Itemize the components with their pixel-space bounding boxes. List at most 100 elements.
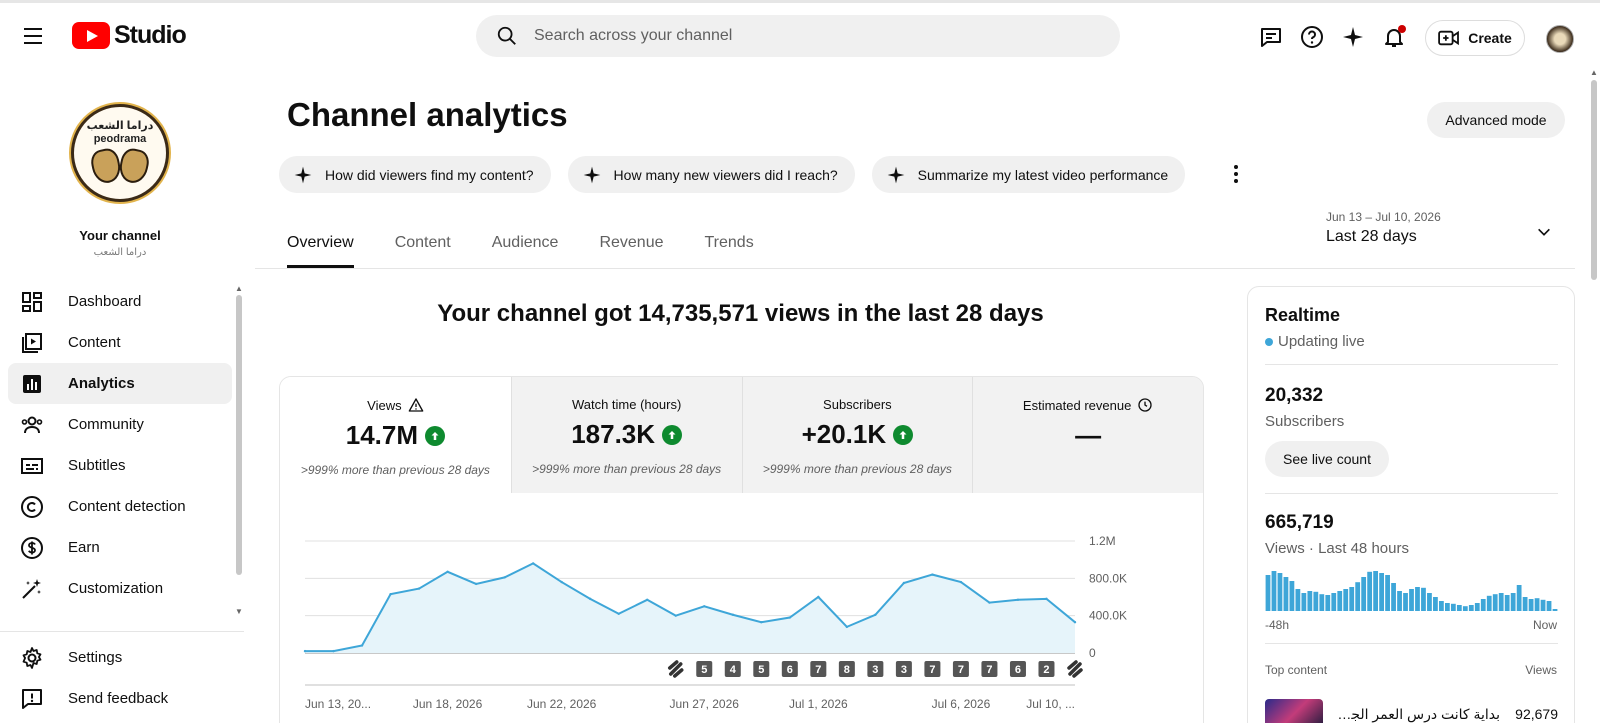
sidebar-item-dashboard[interactable]: Dashboard — [8, 281, 232, 322]
chip-new-viewers[interactable]: How many new viewers did I reach? — [567, 156, 855, 193]
sidebar-item-community[interactable]: Community — [8, 404, 232, 445]
realtime-axis-start: -48h — [1265, 618, 1290, 632]
date-range-picker[interactable]: Jun 13 – Jul 10, 2026 Last 28 days — [1326, 210, 1576, 252]
metric-views[interactable]: Views 14.7M >999% more than previous 28 … — [280, 377, 511, 493]
sidebar-scroll-up-icon[interactable]: ▲ — [235, 284, 243, 293]
more-options-icon[interactable] — [1228, 162, 1244, 186]
see-live-count-button[interactable]: See live count — [1265, 441, 1389, 477]
tab-trends[interactable]: Trends — [705, 218, 754, 268]
realtime-bar — [1277, 573, 1283, 611]
data-point — [617, 612, 620, 615]
realtime-card: Realtime Updating live 20,332 Subscriber… — [1247, 286, 1575, 723]
subtitles-icon — [21, 457, 43, 474]
realtime-bar — [1331, 593, 1337, 611]
help-icon[interactable] — [1300, 25, 1324, 49]
search-input[interactable] — [534, 27, 1094, 45]
realtime-bar — [1522, 597, 1528, 611]
tab-content[interactable]: Content — [395, 218, 451, 268]
realtime-bar — [1295, 589, 1301, 611]
realtime-bar — [1367, 571, 1373, 611]
data-point — [389, 593, 392, 596]
content-icon — [22, 332, 42, 353]
realtime-divider — [1265, 643, 1558, 644]
realtime-bar — [1379, 573, 1384, 611]
metric-label-row: Views — [280, 397, 511, 413]
page-scroll-up-icon[interactable]: ▲ — [1590, 68, 1598, 77]
realtime-bar — [1444, 603, 1450, 611]
video-marker-count: 6 — [1015, 664, 1021, 676]
tab-audience[interactable]: Audience — [492, 218, 559, 268]
realtime-bar — [1427, 593, 1432, 611]
chip-summarize-latest[interactable]: Summarize my latest video performance — [871, 156, 1186, 193]
realtime-views: 665,719 — [1265, 512, 1334, 533]
sidebar-item-earn[interactable]: Earn — [8, 527, 232, 568]
metric-value: — — [1075, 420, 1102, 450]
warning-icon[interactable] — [408, 397, 424, 413]
sidebar-scrollbar[interactable] — [236, 295, 242, 575]
realtime-bar — [1552, 609, 1558, 611]
metric-watch-time[interactable]: Watch time (hours) 187.3K >999% more tha… — [510, 377, 742, 493]
realtime-bar — [1540, 599, 1546, 611]
metric-subscribers[interactable]: Subscribers +20.1K >999% more than previ… — [741, 377, 973, 493]
data-point — [1016, 598, 1020, 601]
realtime-bar — [1492, 594, 1498, 611]
metric-estimated-revenue[interactable]: Estimated revenue — — [972, 377, 1203, 493]
top-content-row[interactable]: بداية كانت درس العمر الجزء 1 92,679 — [1265, 699, 1558, 723]
your-channel-label: Your channel — [79, 228, 161, 243]
realtime-bar-chart — [1265, 571, 1558, 611]
realtime-divider — [1265, 493, 1558, 494]
chip-viewers-find-content[interactable]: How did viewers find my content? — [279, 156, 551, 193]
data-point — [332, 649, 335, 653]
realtime-bar — [1462, 606, 1468, 611]
realtime-bar — [1415, 587, 1420, 611]
data-point — [731, 613, 734, 616]
sparkle-icon[interactable] — [1341, 25, 1365, 49]
sidebar-item-customization[interactable]: Customization — [8, 568, 232, 609]
sidebar-item-subtitles[interactable]: Subtitles — [8, 445, 232, 486]
comedy-mask-icon — [88, 146, 124, 186]
page-scrollbar[interactable] — [1591, 80, 1597, 280]
realtime-bar — [1385, 575, 1390, 611]
sidebar-item-content-detection[interactable]: Content detection — [8, 486, 232, 527]
x-tick-label: Jul 6, 2026 — [932, 697, 991, 711]
realtime-bar — [1283, 577, 1289, 611]
feedback-icon — [22, 688, 42, 709]
sidebar-item-send-feedback[interactable]: Send feedback — [8, 678, 232, 719]
search-bar[interactable] — [476, 15, 1120, 57]
sidebar-item-content[interactable]: Content — [8, 322, 232, 363]
realtime-bar — [1397, 591, 1402, 611]
clock-icon[interactable] — [1137, 397, 1153, 413]
data-point — [959, 580, 963, 584]
shorts-icon — [667, 660, 684, 678]
top-content-label: Top content — [1265, 663, 1328, 677]
realtime-bar — [1504, 595, 1510, 611]
tab-revenue[interactable]: Revenue — [599, 218, 663, 268]
tab-overview[interactable]: Overview — [287, 218, 354, 268]
realtime-views-label: Views · Last 48 hours — [1265, 540, 1409, 557]
studio-logo[interactable]: Studio — [72, 21, 187, 50]
account-avatar[interactable] — [1546, 25, 1574, 53]
notifications-button[interactable] — [1382, 25, 1406, 49]
metric-delta: >999% more than previous 28 days — [300, 463, 490, 477]
sidebar-item-label: Content — [68, 334, 121, 351]
avatar-text-en: peodrama — [93, 133, 147, 145]
channel-name: دراما الشعب — [93, 247, 147, 258]
y-tick-label: 0 — [1089, 646, 1096, 660]
sidebar-item-settings[interactable]: Settings — [8, 637, 232, 678]
hamburger-menu-icon[interactable] — [20, 23, 46, 49]
x-tick-label: Jun 18, 2026 — [413, 697, 483, 711]
realtime-subscribers-label: Subscribers — [1265, 413, 1345, 430]
feedback-chat-icon[interactable] — [1259, 25, 1283, 49]
copyright-icon — [21, 495, 43, 518]
advanced-mode-button[interactable]: Advanced mode — [1427, 102, 1565, 138]
suggestion-chips: How did viewers find my content? How man… — [279, 156, 1186, 193]
video-thumbnail — [1265, 699, 1323, 723]
realtime-bar — [1510, 593, 1516, 611]
create-button[interactable]: Create — [1425, 20, 1525, 56]
sidebar-item-analytics[interactable]: Analytics — [8, 363, 232, 404]
search-icon — [497, 26, 516, 45]
sidebar-scroll-down-icon[interactable]: ▼ — [235, 607, 243, 616]
sidebar-item-label: Dashboard — [68, 293, 142, 310]
channel-avatar[interactable]: دراما الشعب peodrama — [71, 104, 169, 202]
data-point — [845, 625, 849, 629]
